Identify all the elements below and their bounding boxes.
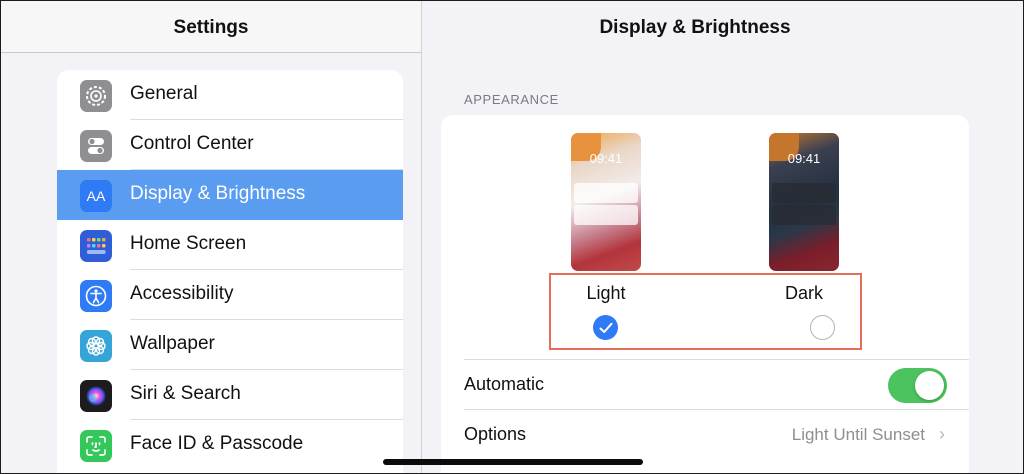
sidebar-item-general[interactable]: General — [57, 70, 403, 120]
sidebar-item-label: Accessibility — [130, 283, 234, 304]
preview-widget — [574, 183, 638, 203]
detail-header: Display & Brightness — [422, 1, 1023, 53]
sidebar-item-control-center[interactable]: Control Center — [57, 120, 403, 170]
flower-icon — [80, 330, 112, 362]
sidebar-item-home-screen[interactable]: Home Screen — [57, 220, 403, 270]
options-value: Light Until Sunset — [791, 425, 925, 444]
automatic-row: Automatic — [464, 359, 969, 409]
sidebar-item-label: Home Screen — [130, 233, 247, 254]
preview-widget — [574, 205, 638, 225]
automatic-label: Automatic — [464, 374, 545, 394]
chevron-right-icon: › — [939, 424, 945, 444]
face-id-icon — [80, 430, 112, 462]
switches-icon — [80, 130, 112, 162]
sidebar-item-label: Display & Brightness — [130, 183, 306, 204]
light-mode-preview[interactable]: 09:41 — [571, 133, 641, 271]
sidebar-item-face-id[interactable]: Face ID & Passcode — [57, 420, 403, 470]
sidebar-item-label: Face ID & Passcode — [130, 433, 304, 454]
sidebar-item-siri-search[interactable]: Siri & Search — [57, 370, 403, 420]
sidebar-header: Settings — [1, 1, 421, 53]
ipad-screen: Settings General Control Center AA Displ… — [0, 0, 1024, 474]
home-indicator[interactable] — [383, 459, 643, 465]
sidebar-item-label: Wallpaper — [130, 333, 215, 354]
page-title: Display & Brightness — [599, 17, 791, 38]
preview-widget — [772, 205, 836, 225]
siri-icon — [80, 380, 112, 412]
app-grid-icon — [80, 230, 112, 262]
sidebar-item-accessibility[interactable]: Accessibility — [57, 270, 403, 320]
automatic-toggle[interactable] — [888, 368, 947, 403]
sidebar-title: Settings — [173, 17, 249, 38]
sidebar-item-display-brightness[interactable]: AA Display & Brightness — [57, 170, 403, 220]
preview-time: 09:41 — [589, 151, 623, 166]
settings-sidebar: Settings General Control Center AA Displ… — [1, 1, 422, 473]
section-label-appearance: APPEARANCE — [464, 92, 559, 107]
sidebar-item-label: Siri & Search — [130, 383, 241, 404]
toggle-knob — [915, 371, 944, 400]
preview-time: 09:41 — [787, 151, 821, 166]
sidebar-item-label: General — [130, 83, 198, 104]
annotation-highlight-box — [549, 273, 862, 350]
appearance-card: 09:41 09:41 Light Dark Automatic Options… — [441, 115, 969, 473]
display-brightness-pane: Display & Brightness APPEARANCE 09:41 09… — [422, 1, 1023, 473]
preview-widget — [772, 183, 836, 203]
sidebar-item-label: Control Center — [130, 133, 254, 154]
dark-mode-preview[interactable]: 09:41 — [769, 133, 839, 271]
accessibility-icon — [80, 280, 112, 312]
options-label: Options — [464, 424, 527, 444]
text-size-glyph: AA — [86, 188, 106, 204]
gear-icon — [80, 80, 112, 112]
sidebar-item-wallpaper[interactable]: Wallpaper — [57, 320, 403, 370]
options-row[interactable]: Options Light Until Sunset › — [464, 409, 969, 459]
text-size-icon: AA — [80, 180, 112, 212]
settings-list: General Control Center AA Display & Brig… — [57, 70, 403, 473]
